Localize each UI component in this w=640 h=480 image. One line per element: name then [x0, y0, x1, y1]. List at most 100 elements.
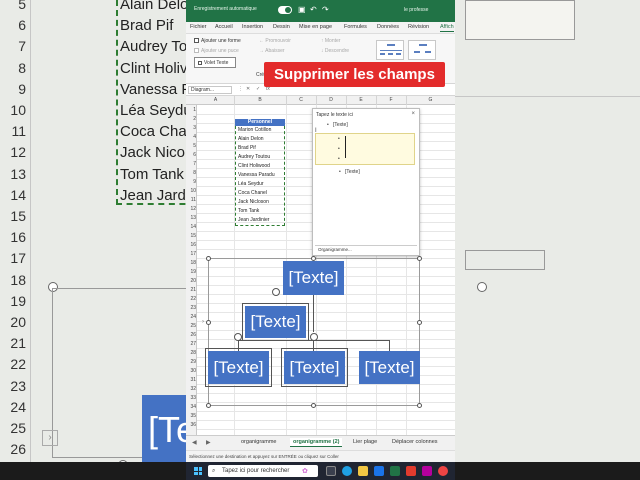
text-pane-button[interactable]: Volet Texte	[194, 57, 236, 68]
column-header[interactable]: B	[234, 97, 286, 103]
row-header[interactable]: 24	[186, 314, 196, 320]
expand-pane-icon[interactable]: ›	[202, 319, 204, 325]
row-header[interactable]: 35	[186, 413, 196, 419]
row-header[interactable]: 18	[186, 260, 196, 266]
row-header[interactable]: 7	[186, 161, 196, 167]
task-view-icon[interactable]	[326, 466, 336, 476]
menu-item[interactable]: Formules	[344, 24, 367, 30]
row-header[interactable]: 30	[186, 368, 196, 374]
pane-selected-lines[interactable]: • • •	[315, 133, 415, 165]
row-header[interactable]: 27	[186, 341, 196, 347]
chrome-icon[interactable]	[438, 466, 448, 476]
excel-icon[interactable]	[390, 466, 400, 476]
windows-start-icon[interactable]	[194, 467, 202, 475]
move-up-button[interactable]: ↑ Monter	[321, 38, 340, 44]
row-header[interactable]: 31	[186, 377, 196, 383]
smartart-node-top[interactable]: [Texte]	[283, 261, 344, 295]
column-header[interactable]: C	[286, 97, 316, 103]
add-shape-button[interactable]: Ajouter une forme	[194, 38, 241, 44]
names-table[interactable]: Marion Cotillon Alain Delon Brad Pif Audrey…	[235, 126, 285, 226]
row-header[interactable]: 10	[186, 188, 196, 194]
table-cell[interactable]: Clint Holiwood	[238, 163, 270, 169]
close-icon[interactable]: ×	[411, 111, 415, 117]
menu-item[interactable]: Affich	[440, 24, 454, 32]
selection-handle[interactable]	[206, 256, 211, 261]
row-header[interactable]: 34	[186, 404, 196, 410]
table-cell[interactable]: Jack Nicloson	[238, 199, 269, 205]
undo-icon[interactable]: ↶	[310, 5, 317, 14]
row-header[interactable]: 2	[186, 116, 196, 122]
sheet-tab[interactable]: Déplacer colonnes	[389, 438, 441, 446]
layout-thumbnail[interactable]	[408, 40, 436, 60]
table-cell[interactable]: Audrey Toutou	[238, 154, 270, 160]
table-cell[interactable]: Coca Chanel	[238, 190, 267, 196]
row-header[interactable]: 29	[186, 359, 196, 365]
row-header[interactable]: 19	[186, 269, 196, 275]
row-header[interactable]: 20	[186, 278, 196, 284]
column-header[interactable]: E	[346, 97, 376, 103]
selection-handle[interactable]	[417, 320, 422, 325]
table-cell[interactable]: Tom Tank	[238, 208, 259, 214]
edge-icon[interactable]	[342, 466, 352, 476]
organigram-link[interactable]: Organigramme...	[318, 247, 352, 252]
table-cell[interactable]: Marion Cotillon	[238, 127, 271, 133]
row-header[interactable]: 3	[186, 125, 196, 131]
rotate-handle-icon[interactable]	[310, 333, 318, 341]
mail-icon[interactable]	[374, 466, 384, 476]
menu-item[interactable]: Révision	[408, 24, 429, 30]
menu-item[interactable]: Accueil	[215, 24, 233, 30]
selection-handle[interactable]	[206, 403, 211, 408]
pane-line-first[interactable]: [Texte]	[333, 122, 348, 128]
enter-icon[interactable]: ✓	[256, 86, 260, 92]
name-box[interactable]: Diagram...	[188, 86, 232, 94]
rotate-handle-icon[interactable]	[272, 288, 280, 296]
selection-handle[interactable]	[417, 403, 422, 408]
selection-handle[interactable]	[417, 256, 422, 261]
table-cell[interactable]: Jean Jardinier	[238, 217, 269, 223]
row-header[interactable]: 36	[186, 422, 196, 428]
row-header[interactable]: 13	[186, 215, 196, 221]
column-header[interactable]: D	[316, 97, 346, 103]
sheet-tab[interactable]: organigramme (2)	[290, 438, 343, 447]
row-header[interactable]: 11	[186, 197, 196, 203]
row-header[interactable]: 26	[186, 332, 196, 338]
row-header[interactable]: 21	[186, 287, 196, 293]
row-header[interactable]: 1	[186, 107, 196, 113]
row-header[interactable]: 16	[186, 242, 196, 248]
menu-item[interactable]: Données	[377, 24, 399, 30]
row-header[interactable]: 25	[186, 323, 196, 329]
taskbar-search[interactable]: ⌕ Tapez ici pour rechercher ✿	[208, 465, 318, 477]
row-header[interactable]: 15	[186, 233, 196, 239]
row-header[interactable]: 6	[186, 152, 196, 158]
smartart-node-child[interactable]: [Texte]	[281, 348, 348, 387]
spreadsheet-grid[interactable]: 1 2 3 4 5 6 7 8 9 10 11 12 13 14 15 16 17 18 19 20 21 22 23 24 2…	[186, 105, 455, 435]
row-header[interactable]: 22	[186, 296, 196, 302]
row-header[interactable]: 28	[186, 350, 196, 356]
redo-icon[interactable]: ↷	[322, 5, 329, 14]
promote-button[interactable]: ← Promouvoir	[259, 38, 291, 44]
sheet-tab[interactable]: organigramme	[238, 438, 279, 446]
selection-handle[interactable]	[311, 403, 316, 408]
smartart-node-child[interactable]: [Texte]	[359, 351, 420, 384]
row-header[interactable]: 32	[186, 386, 196, 392]
move-down-button[interactable]: ↓ Descendre	[321, 48, 349, 54]
tab-next-icon[interactable]: ▶	[206, 439, 211, 446]
menu-item[interactable]: Insertion	[242, 24, 263, 30]
column-header[interactable]: G	[406, 97, 455, 103]
app-icon[interactable]	[422, 466, 432, 476]
cancel-icon[interactable]: ✕	[246, 86, 250, 92]
sheet-tab[interactable]: Lier plage	[350, 438, 380, 446]
file-explorer-icon[interactable]	[358, 466, 368, 476]
add-bullet-button[interactable]: Ajouter une puce	[194, 48, 239, 54]
rotate-handle-icon[interactable]	[234, 333, 242, 341]
column-header[interactable]: F	[376, 97, 406, 103]
autosave-toggle[interactable]	[278, 6, 292, 14]
tab-prev-icon[interactable]: ◀	[192, 439, 197, 446]
row-header[interactable]: 9	[186, 179, 196, 185]
layout-thumbnail[interactable]	[376, 40, 404, 60]
app-icon[interactable]	[406, 466, 416, 476]
row-header[interactable]: 14	[186, 224, 196, 230]
row-header[interactable]: 5	[186, 143, 196, 149]
table-cell[interactable]: Alain Delon	[238, 136, 264, 142]
menu-item[interactable]: Fichier	[190, 24, 207, 30]
